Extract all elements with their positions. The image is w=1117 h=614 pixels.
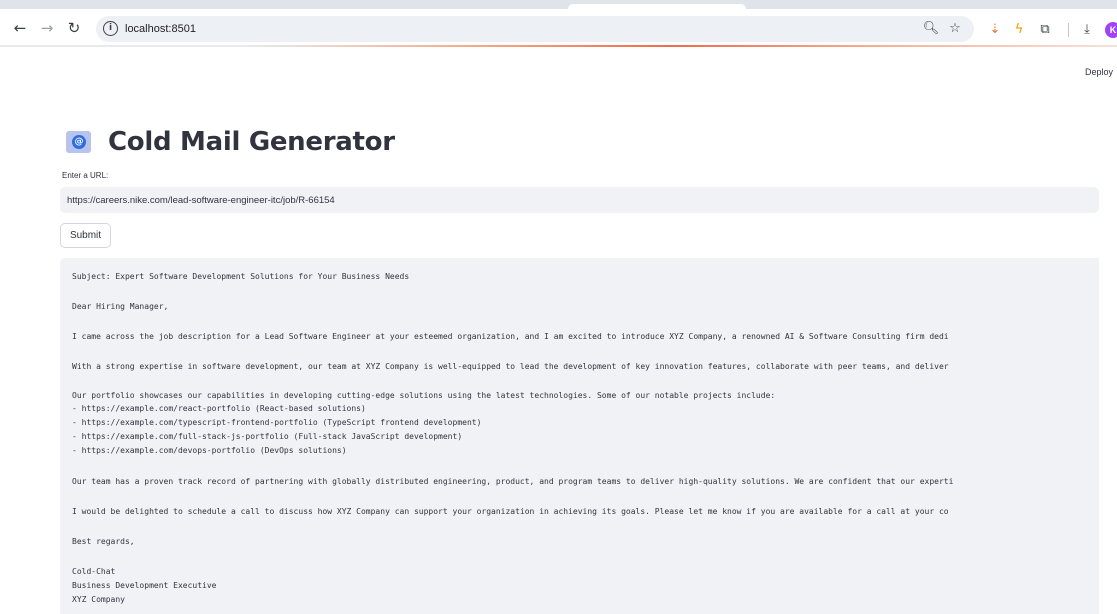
page-title: @ Cold Mail Generator (66, 123, 395, 161)
portfolio-item: - https://example.com/typescript-fronten… (72, 418, 482, 427)
email-paragraph: I came across the job description for a … (72, 332, 949, 341)
zoom-icon[interactable]: 🔍︎ (922, 20, 940, 38)
email-paragraph: Our team has a proven track record of pa… (72, 477, 954, 486)
forward-arrow-icon[interactable]: → (37, 18, 57, 38)
back-arrow-icon[interactable]: ← (10, 18, 30, 38)
generated-email-block: Subject: Expert Software Development Sol… (60, 258, 1099, 614)
submit-button[interactable]: Submit (60, 223, 111, 248)
page-accent-bar (0, 45, 1117, 47)
url-field-label: Enter a URL: (62, 171, 109, 180)
email-subject: Subject: Expert Software Development Sol… (72, 272, 410, 281)
email-signature-line: Cold-Chat (72, 567, 116, 576)
extension-download-icon[interactable]: ⇣ (986, 21, 1004, 39)
portfolio-item: - https://example.com/full-stack-js-port… (72, 432, 463, 441)
email-signature-line: XYZ Company (72, 595, 125, 604)
email-signature-line: Business Development Executive (72, 581, 217, 590)
email-paragraph: With a strong expertise in software deve… (72, 362, 949, 371)
portfolio-item: - https://example.com/devops-portfolio (… (72, 446, 347, 455)
portfolio-item: - https://example.com/react-portfolio (R… (72, 404, 366, 413)
tab-strip (0, 0, 1117, 9)
browser-toolbar: ← → ↻ i localhost:8501 🔍︎ ☆ ⇣ ϟ ⧉ ⤓ K (0, 9, 1117, 46)
email-portfolio-intro: Our portfolio showcases our capabilities… (72, 391, 776, 400)
site-info-icon[interactable]: i (103, 21, 118, 36)
address-bar[interactable]: i localhost:8501 🔍︎ ☆ (96, 16, 974, 42)
profile-avatar[interactable]: K (1105, 22, 1117, 38)
email-paragraph: I would be delighted to schedule a call … (72, 507, 949, 516)
email-icon: @ (66, 131, 91, 153)
address-url[interactable]: localhost:8501 (125, 22, 196, 36)
page-title-text: Cold Mail Generator (108, 127, 395, 157)
toolbar-divider (1068, 23, 1069, 37)
email-greeting: Dear Hiring Manager, (72, 302, 169, 311)
url-input[interactable] (60, 187, 1099, 213)
reload-icon[interactable]: ↻ (64, 18, 84, 38)
star-icon[interactable]: ☆ (946, 20, 964, 38)
puzzle-icon[interactable]: ⧉ (1036, 21, 1054, 39)
download-icon[interactable]: ⤓ (1078, 21, 1096, 39)
extension-bolt-icon[interactable]: ϟ (1010, 21, 1028, 39)
deploy-button[interactable]: Deploy (1085, 67, 1113, 77)
email-closing: Best regards, (72, 537, 135, 546)
